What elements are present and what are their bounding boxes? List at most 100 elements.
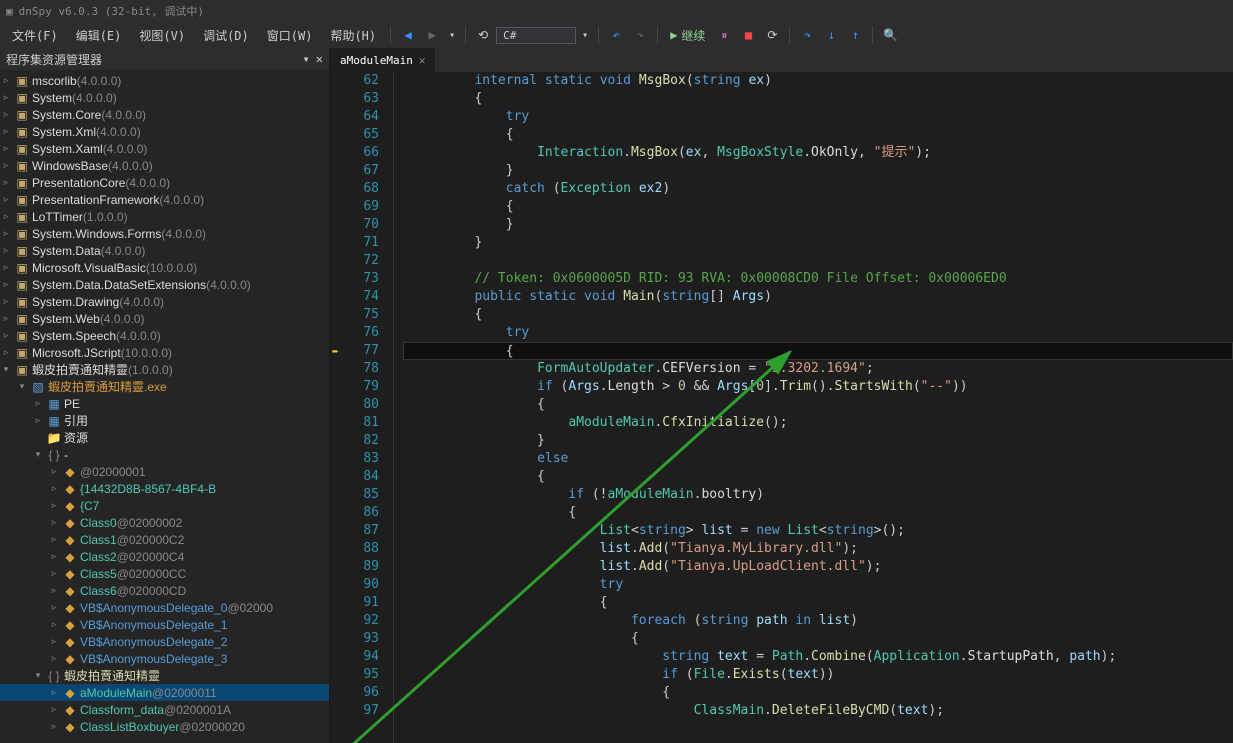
pause-button[interactable]: ⏸: [713, 24, 735, 46]
expander[interactable]: ▹: [0, 296, 12, 307]
nav-forward-button[interactable]: ▶: [421, 24, 443, 46]
expander[interactable]: ▹: [48, 568, 60, 579]
tree-row[interactable]: ▹◆VB$AnonymousDelegate_3: [0, 650, 329, 667]
expander[interactable]: ▹: [0, 75, 12, 86]
menu-view[interactable]: 视图(V): [131, 25, 193, 46]
step-out-button[interactable]: ↑: [844, 24, 866, 46]
expander[interactable]: ▹: [0, 245, 12, 256]
nav-dropdown[interactable]: ▾: [449, 30, 455, 41]
expander[interactable]: ▹: [48, 619, 60, 630]
redo-button[interactable]: ↷: [629, 24, 651, 46]
tree-row[interactable]: ▹▣System (4.0.0.0): [0, 89, 329, 106]
tree-row[interactable]: ▹◆VB$AnonymousDelegate_2: [0, 633, 329, 650]
tree-row[interactable]: ▹▣mscorlib (4.0.0.0): [0, 72, 329, 89]
expander[interactable]: ▹: [48, 687, 60, 698]
code-content[interactable]: internal static void MsgBox(string ex) {…: [394, 72, 1233, 743]
wrap-icon[interactable]: ⟲: [472, 24, 494, 46]
expander[interactable]: ▹: [0, 92, 12, 103]
expander[interactable]: ▹: [48, 653, 60, 664]
continue-button[interactable]: ▶继续: [664, 27, 711, 44]
tree-row[interactable]: ▹◆VB$AnonymousDelegate_1: [0, 616, 329, 633]
tree-row[interactable]: ▹◆Class2 @020000C4: [0, 548, 329, 565]
menu-debug[interactable]: 调试(D): [195, 25, 257, 46]
tree-row[interactable]: 📁资源: [0, 429, 329, 446]
tree-row[interactable]: ▹◆VB$AnonymousDelegate_0@02000: [0, 599, 329, 616]
expander[interactable]: ▹: [0, 330, 12, 341]
expander[interactable]: ▹: [0, 126, 12, 137]
tree-row[interactable]: ▾▣蝦皮拍賣通知精靈 (1.0.0.0): [0, 361, 329, 378]
expander[interactable]: ▹: [48, 534, 60, 545]
expander[interactable]: ▹: [0, 177, 12, 188]
menu-window[interactable]: 窗口(W): [259, 25, 321, 46]
tree-row[interactable]: ▹▣System.Data.DataSetExtensions (4.0.0.0…: [0, 276, 329, 293]
tree-row[interactable]: ▹◆{C7: [0, 497, 329, 514]
tree-row[interactable]: ▹▣System.Xml (4.0.0.0): [0, 123, 329, 140]
tree-row[interactable]: ▹▣Microsoft.JScript (10.0.0.0): [0, 344, 329, 361]
nav-back-button[interactable]: ◀: [397, 24, 419, 46]
expander[interactable]: ▹: [0, 211, 12, 222]
tree-row[interactable]: ▹▣PresentationCore (4.0.0.0): [0, 174, 329, 191]
tree-row[interactable]: ▾{ }-: [0, 446, 329, 463]
lang-dropdown[interactable]: ▾: [582, 30, 588, 41]
tree-row[interactable]: ▹◆{14432D8B-8567-4BF4-B: [0, 480, 329, 497]
expander[interactable]: ▹: [0, 228, 12, 239]
expander[interactable]: ▹: [0, 194, 12, 205]
expander[interactable]: ▹: [0, 143, 12, 154]
expander[interactable]: ▹: [32, 398, 44, 409]
tree-row[interactable]: ▹◆Classform_data @0200001A: [0, 701, 329, 718]
tree-row[interactable]: ▹▣PresentationFramework (4.0.0.0): [0, 191, 329, 208]
tree-row[interactable]: ▹◆Class1 @020000C2: [0, 531, 329, 548]
tree-row[interactable]: ▹▣System.Xaml (4.0.0.0): [0, 140, 329, 157]
menu-help[interactable]: 帮助(H): [322, 25, 384, 46]
expander[interactable]: ▾: [32, 449, 44, 460]
language-combo[interactable]: C#: [496, 27, 576, 44]
expander[interactable]: ▹: [0, 313, 12, 324]
tree-row[interactable]: ▹◆ @02000001: [0, 463, 329, 480]
tree-row[interactable]: ▹▣LoTTimer (1.0.0.0): [0, 208, 329, 225]
code-area[interactable]: 626364656667686970717273747576➨777879808…: [330, 72, 1233, 743]
expander[interactable]: ▹: [0, 160, 12, 171]
expander[interactable]: ▹: [0, 109, 12, 120]
tree-row[interactable]: ▹▣System.Web (4.0.0.0): [0, 310, 329, 327]
tab-amodulemain[interactable]: aModuleMain ✕: [330, 48, 435, 72]
restart-button[interactable]: ⟳: [761, 24, 783, 46]
stop-button[interactable]: ■: [737, 24, 759, 46]
expander[interactable]: ▹: [32, 415, 44, 426]
tree-row[interactable]: ▹▣System.Windows.Forms (4.0.0.0): [0, 225, 329, 242]
tree-row[interactable]: ▾▧蝦皮拍賣通知精靈.exe: [0, 378, 329, 395]
tree[interactable]: ▹▣mscorlib (4.0.0.0)▹▣System (4.0.0.0)▹▣…: [0, 70, 329, 743]
tree-row[interactable]: ▾{ }蝦皮拍賣通知精靈: [0, 667, 329, 684]
menu-edit[interactable]: 编辑(E): [68, 25, 130, 46]
tree-row[interactable]: ▹▣Microsoft.VisualBasic (10.0.0.0): [0, 259, 329, 276]
expander[interactable]: ▾: [0, 364, 12, 375]
tree-row[interactable]: ▹▦PE: [0, 395, 329, 412]
tab-close-icon[interactable]: ✕: [419, 54, 426, 67]
tree-row[interactable]: ▹▦引用: [0, 412, 329, 429]
expander[interactable]: ▹: [48, 466, 60, 477]
expander[interactable]: ▹: [48, 517, 60, 528]
tree-row[interactable]: ▹◆Class5 @020000CC: [0, 565, 329, 582]
panel-close-icon[interactable]: ✕: [316, 52, 323, 66]
tree-row[interactable]: ▹▣System.Data (4.0.0.0): [0, 242, 329, 259]
tree-row[interactable]: ▹▣System.Speech (4.0.0.0): [0, 327, 329, 344]
expander[interactable]: ▹: [48, 636, 60, 647]
tree-row[interactable]: ▹▣System.Core (4.0.0.0): [0, 106, 329, 123]
expander[interactable]: ▹: [48, 721, 60, 732]
expander[interactable]: ▹: [48, 585, 60, 596]
expander[interactable]: ▹: [48, 500, 60, 511]
tree-row[interactable]: ▹◆Class6 @020000CD: [0, 582, 329, 599]
expander[interactable]: ▹: [48, 602, 60, 613]
tree-row[interactable]: ▹◆ClassListBoxbuyer @02000020: [0, 718, 329, 735]
expander[interactable]: ▹: [48, 551, 60, 562]
expander[interactable]: ▹: [48, 483, 60, 494]
expander[interactable]: ▹: [48, 704, 60, 715]
step-over-button[interactable]: ↷: [796, 24, 818, 46]
tree-row[interactable]: ▹◆Class0 @02000002: [0, 514, 329, 531]
search-button[interactable]: 🔍: [879, 24, 901, 46]
tree-row[interactable]: ▹▣WindowsBase (4.0.0.0): [0, 157, 329, 174]
step-into-button[interactable]: ↓: [820, 24, 842, 46]
expander[interactable]: ▹: [0, 262, 12, 273]
expander[interactable]: ▾: [16, 381, 28, 392]
tree-row[interactable]: ▹◆aModuleMain @02000011: [0, 684, 329, 701]
expander[interactable]: ▾: [32, 670, 44, 681]
